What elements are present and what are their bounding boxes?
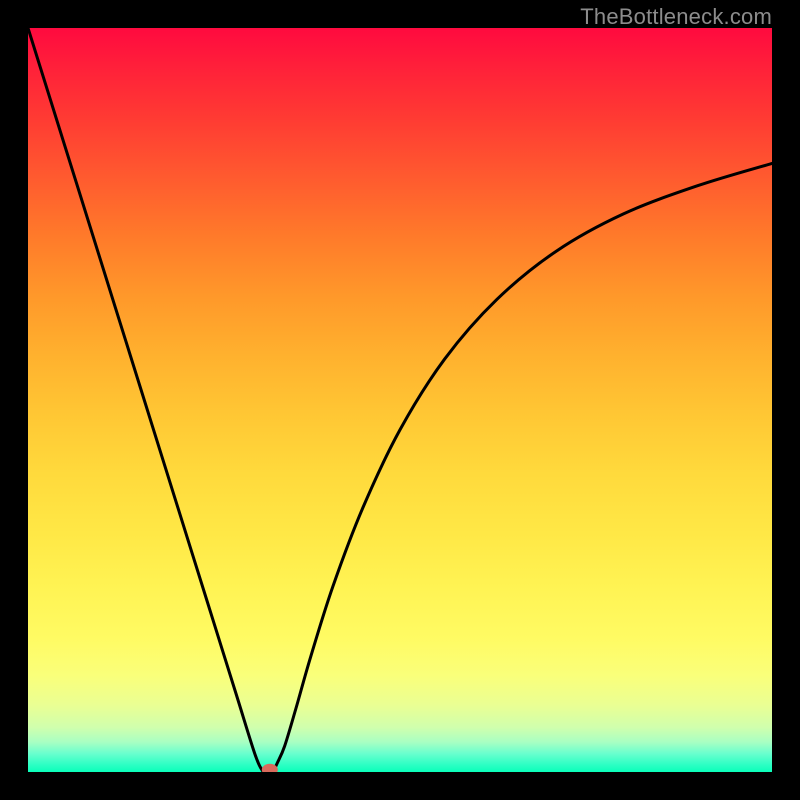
watermark-text: TheBottleneck.com <box>580 4 772 30</box>
chart-plot-area <box>28 28 772 772</box>
chart-svg <box>28 28 772 772</box>
bottleneck-curve-line <box>28 28 772 772</box>
